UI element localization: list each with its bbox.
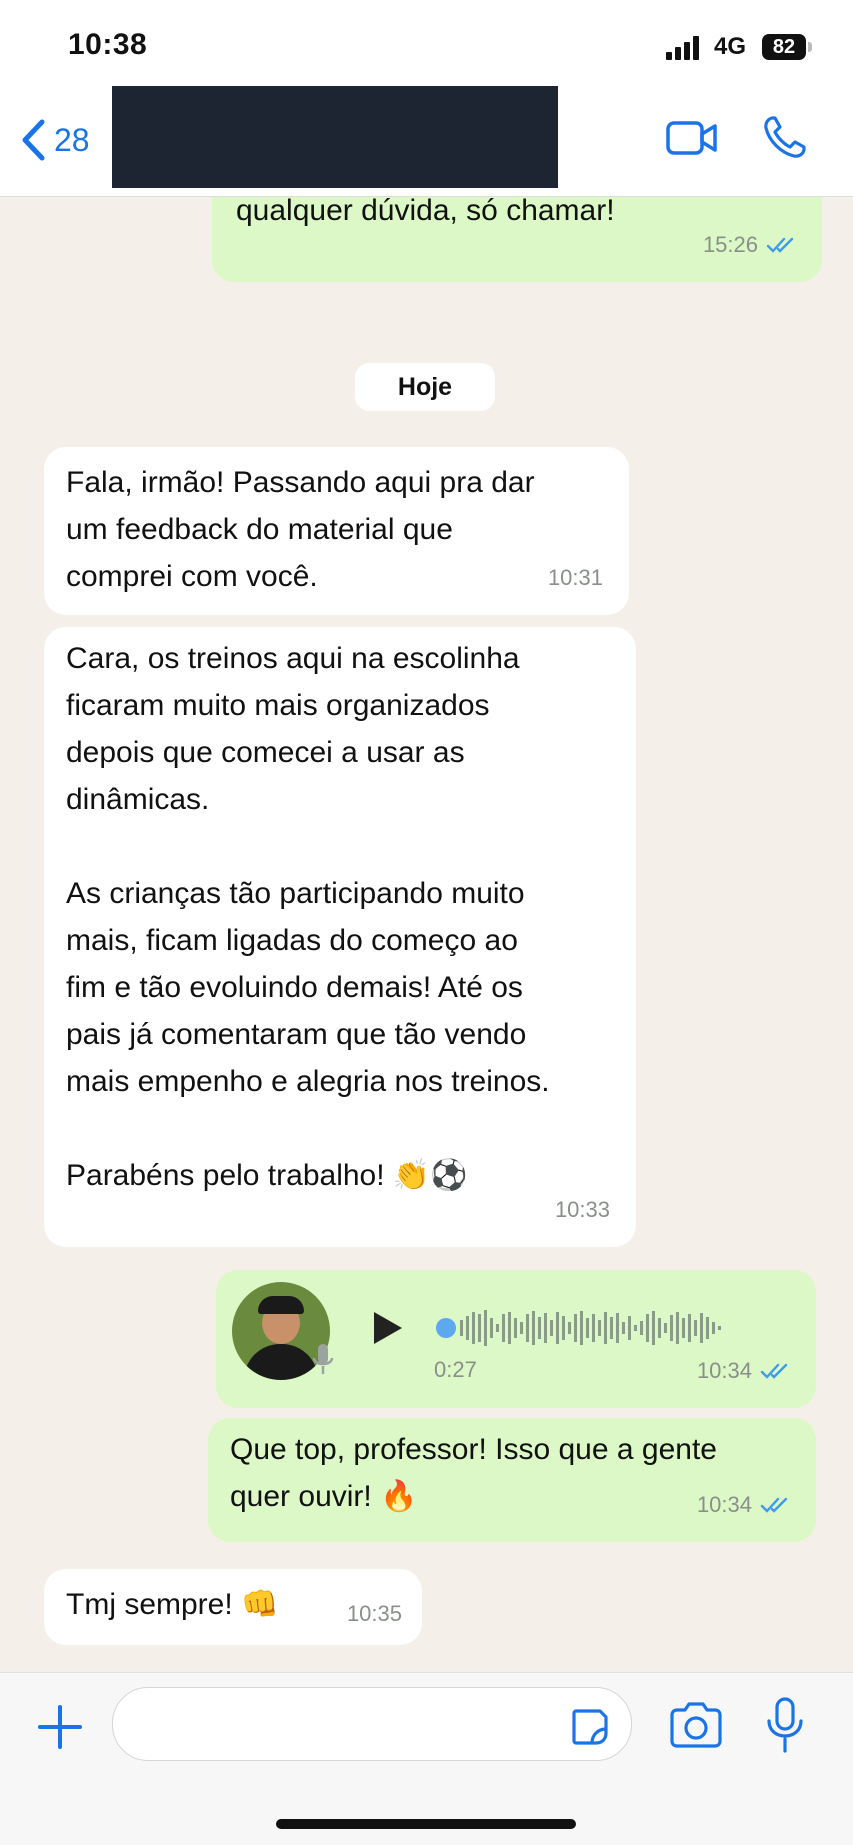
chat-area[interactable]: qualquer dúvida, só chamar! 15:26 Hoje F… bbox=[0, 197, 853, 1672]
message-meta: 10:31 bbox=[548, 554, 603, 601]
unread-count: 28 bbox=[54, 121, 90, 158]
chat-header: 28 bbox=[0, 80, 853, 197]
message-text: Tmj sempre! 👊 bbox=[66, 1588, 279, 1621]
message-input[interactable] bbox=[112, 1687, 632, 1761]
message-meta: 10:34 bbox=[697, 1481, 790, 1528]
double-check-icon bbox=[760, 1497, 788, 1513]
mic-icon bbox=[312, 1344, 334, 1374]
message-time: 10:33 bbox=[554, 1197, 610, 1222]
outgoing-audio-message[interactable]: 0:27 10:34 bbox=[216, 1270, 816, 1408]
audio-waveform[interactable] bbox=[434, 1308, 784, 1348]
message-time: 10:34 bbox=[696, 1492, 752, 1517]
video-call-icon[interactable] bbox=[666, 118, 718, 158]
battery-level: 82 bbox=[762, 34, 806, 60]
outgoing-message[interactable]: Que top, professor! Isso que a gente que… bbox=[208, 1418, 816, 1542]
message-time: 15:26 bbox=[702, 232, 758, 257]
incoming-message[interactable]: Tmj sempre! 👊 10:35 bbox=[44, 1569, 422, 1645]
message-text: Cara, os treinos aqui na escolinha ficar… bbox=[66, 642, 550, 1192]
incoming-message[interactable]: Fala, irmão! Passando aqui pra dar um fe… bbox=[44, 447, 629, 615]
message-time: 10:31 bbox=[547, 565, 603, 590]
audio-duration: 0:27 bbox=[434, 1357, 477, 1382]
network-type: 4G bbox=[714, 33, 747, 60]
phone-icon[interactable] bbox=[762, 114, 808, 160]
signal-icon bbox=[666, 36, 699, 60]
double-check-icon bbox=[766, 237, 794, 253]
status-bar: 10:38 4G 82 bbox=[0, 0, 853, 80]
home-indicator bbox=[276, 1819, 576, 1829]
message-time: 10:34 bbox=[696, 1358, 752, 1383]
incoming-message[interactable]: Cara, os treinos aqui na escolinha ficar… bbox=[44, 627, 636, 1247]
contact-name-redacted[interactable] bbox=[112, 86, 558, 188]
message-time: 10:35 bbox=[346, 1601, 402, 1626]
message-meta: 10:35 bbox=[347, 1590, 402, 1637]
message-meta: 10:33 bbox=[555, 1186, 610, 1233]
plus-icon[interactable] bbox=[36, 1703, 84, 1751]
message-text: qualquer dúvida, só chamar! bbox=[236, 197, 615, 227]
message-text: Que top, professor! Isso que a gente que… bbox=[230, 1433, 717, 1513]
play-icon[interactable] bbox=[372, 1310, 404, 1346]
battery-tip bbox=[808, 42, 812, 52]
double-check-icon bbox=[760, 1363, 788, 1379]
date-separator: Hoje bbox=[355, 363, 495, 411]
back-button[interactable]: 28 bbox=[20, 118, 90, 162]
back-chevron-icon bbox=[22, 119, 45, 161]
message-meta: 10:34 bbox=[697, 1347, 790, 1394]
message-meta: 15:26 bbox=[703, 221, 796, 268]
status-time: 10:38 bbox=[68, 28, 148, 61]
camera-icon[interactable] bbox=[668, 1701, 724, 1749]
message-text: Fala, irmão! Passando aqui pra dar um fe… bbox=[66, 466, 535, 593]
sticker-icon[interactable] bbox=[570, 1707, 610, 1747]
mic-icon[interactable] bbox=[766, 1697, 804, 1753]
composer-bar bbox=[0, 1672, 853, 1845]
outgoing-message[interactable]: qualquer dúvida, só chamar! 15:26 bbox=[212, 197, 822, 282]
